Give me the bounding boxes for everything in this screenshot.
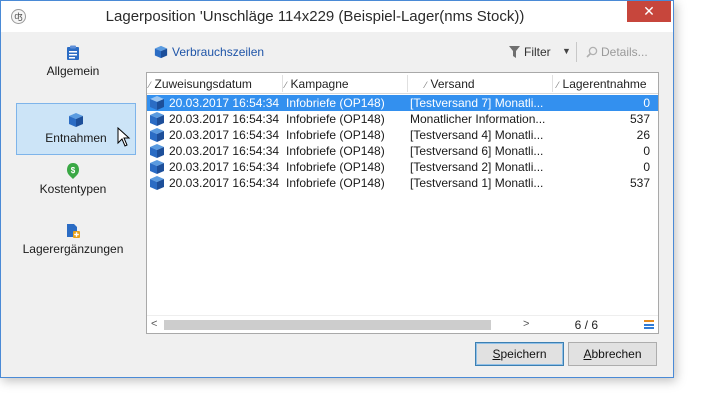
window-title: Lagerposition 'Unschläge 114x229 (Beispi…: [105, 8, 525, 25]
details-button[interactable]: Details...: [586, 45, 648, 59]
cancel-button[interactable]: Abbrechen: [568, 342, 657, 366]
stock-boxes-icon: [150, 96, 164, 110]
toolbar: Verbrauchszeilen Filter ▼ Details...: [144, 38, 660, 66]
table-row[interactable]: 20.03.2017 16:54:34 Infobriefe (OP148) […: [147, 143, 658, 159]
main-panel: Verbrauchszeilen Filter ▼ Details... ⁄ Z…: [144, 38, 660, 334]
cell-campaign: Infobriefe (OP148): [286, 144, 385, 158]
column-header-kampagne[interactable]: ⁄ Kampagne: [285, 77, 349, 91]
money-icon: $: [67, 163, 79, 179]
cell-date: 20.03.2017 16:54:34: [169, 128, 280, 142]
nav-item-allgemein[interactable]: Allgemein: [9, 45, 137, 97]
stock-boxes-icon: [150, 128, 164, 142]
cell-quantity: 26: [636, 128, 650, 142]
svg-text:$: $: [71, 166, 76, 175]
scroll-left-arrow-icon[interactable]: <: [151, 318, 157, 330]
nav-item-label: Allgemein: [46, 64, 100, 78]
sort-icon: ⁄: [557, 80, 559, 90]
sort-icon: ⁄: [425, 80, 427, 90]
cell-delivery: [Testversand 4] Monatli...: [410, 128, 544, 142]
cell-quantity: 537: [629, 176, 650, 190]
column-header-label: Versand: [430, 77, 475, 91]
stock-boxes-icon: [69, 113, 83, 127]
cell-date: 20.03.2017 16:54:34: [169, 176, 280, 190]
column-header-label: Zuweisungsdatum: [154, 77, 252, 91]
nav-item-lagerergaenzungen[interactable]: Lagerergänzungen: [9, 223, 137, 275]
cell-delivery: [Testversand 2] Monatli...: [410, 160, 544, 174]
cell-campaign: Infobriefe (OP148): [286, 160, 385, 174]
cell-date: 20.03.2017 16:54:34: [169, 144, 280, 158]
table-row[interactable]: 20.03.2017 16:54:34 Infobriefe (OP148) […: [147, 127, 658, 143]
cell-campaign: Infobriefe (OP148): [286, 96, 385, 110]
cell-date: 20.03.2017 16:54:34: [169, 112, 280, 126]
cell-quantity: 0: [643, 160, 650, 174]
chevron-down-icon[interactable]: ▼: [562, 46, 571, 56]
toolbar-divider: [576, 42, 577, 62]
table-header: ⁄ Zuweisungsdatum ⁄ Kampagne ⁄ Versand ⁄ Lag…: [147, 73, 658, 94]
column-divider[interactable]: [407, 75, 408, 92]
list-menu-icon[interactable]: [644, 320, 654, 329]
stock-boxes-icon: [150, 176, 164, 190]
cell-delivery: [Testversand 7] Monatli...: [410, 96, 544, 110]
stock-boxes-icon: [150, 112, 164, 126]
cell-quantity: 0: [643, 144, 650, 158]
stock-boxes-icon: [150, 160, 164, 174]
cancel-button-label: bbrechen: [591, 347, 642, 361]
stock-usage-table: ⁄ Zuweisungsdatum ⁄ Kampagne ⁄ Versand ⁄ Lag…: [146, 72, 659, 334]
cell-date: 20.03.2017 16:54:34: [169, 96, 280, 110]
nav-item-kostentypen[interactable]: $ Kostentypen: [9, 163, 137, 215]
cell-campaign: Infobriefe (OP148): [286, 176, 385, 190]
table-row[interactable]: 20.03.2017 16:54:34 Infobriefe (OP148) […: [147, 175, 658, 191]
dialog-content: Allgemein Entnahmen $ Kostentypen Lagere…: [9, 32, 665, 371]
horizontal-scrollbar[interactable]: < > 6 / 6: [147, 315, 658, 333]
scroll-right-arrow-icon[interactable]: >: [523, 318, 529, 330]
stock-boxes-icon: [150, 144, 164, 158]
details-label: Details...: [601, 45, 648, 59]
cell-delivery: Monatlicher Information...: [410, 112, 546, 126]
cell-delivery: [Testversand 6] Monatli...: [410, 144, 544, 158]
column-header-lagerentnahme[interactable]: ⁄ Lagerentnahme: [557, 77, 647, 91]
table-row[interactable]: 20.03.2017 16:54:34 Infobriefe (OP148) M…: [147, 111, 658, 127]
column-divider[interactable]: [282, 75, 283, 92]
cell-quantity: 537: [629, 112, 650, 126]
scrollbar-thumb[interactable]: [164, 320, 491, 330]
dialog-window: ʤ Lagerposition 'Unschläge 114x229 (Beis…: [0, 0, 674, 378]
cell-quantity: 0: [643, 96, 650, 110]
cell-campaign: Infobriefe (OP148): [286, 128, 385, 142]
close-button[interactable]: ✕: [627, 1, 671, 22]
clipboard-icon: [67, 45, 79, 60]
filter-icon: [509, 46, 520, 58]
sort-icon: ⁄: [149, 80, 151, 90]
nav-item-label: Lagerergänzungen: [22, 242, 124, 256]
title-bar[interactable]: ʤ Lagerposition 'Unschläge 114x229 (Beis…: [1, 1, 673, 32]
toolbar-title: Verbrauchszeilen: [154, 45, 264, 59]
nav-item-label: Kostentypen: [39, 182, 107, 196]
column-divider[interactable]: [552, 75, 553, 92]
cell-delivery: [Testversand 1] Monatli...: [410, 176, 544, 190]
magnifier-icon: [586, 46, 598, 58]
table-row[interactable]: 20.03.2017 16:54:34 Infobriefe (OP148) […: [147, 95, 658, 111]
stock-boxes-icon: [154, 45, 168, 59]
save-button-label: peichern: [500, 347, 547, 361]
left-navigation: Allgemein Entnahmen $ Kostentypen Lagere…: [9, 37, 137, 281]
filter-label: Filter: [524, 45, 551, 59]
cell-campaign: Infobriefe (OP148): [286, 112, 385, 126]
column-header-label: Kampagne: [290, 77, 349, 91]
toolbar-title-label: Verbrauchszeilen: [172, 45, 265, 59]
document-add-icon: [67, 224, 80, 238]
column-header-versand[interactable]: ⁄ Versand: [425, 77, 475, 91]
column-header-label: Lagerentnahme: [562, 77, 647, 91]
filter-button[interactable]: Filter: [509, 45, 551, 59]
column-header-zuweisungsdatum[interactable]: ⁄ Zuweisungsdatum: [149, 77, 252, 91]
sort-icon: ⁄: [285, 80, 287, 90]
save-button[interactable]: Speichern: [475, 342, 564, 366]
table-row[interactable]: 20.03.2017 16:54:34 Infobriefe (OP148) […: [147, 159, 658, 175]
record-count: 6 / 6: [574, 318, 598, 332]
mouse-cursor-icon: [117, 127, 131, 147]
cell-date: 20.03.2017 16:54:34: [169, 160, 280, 174]
